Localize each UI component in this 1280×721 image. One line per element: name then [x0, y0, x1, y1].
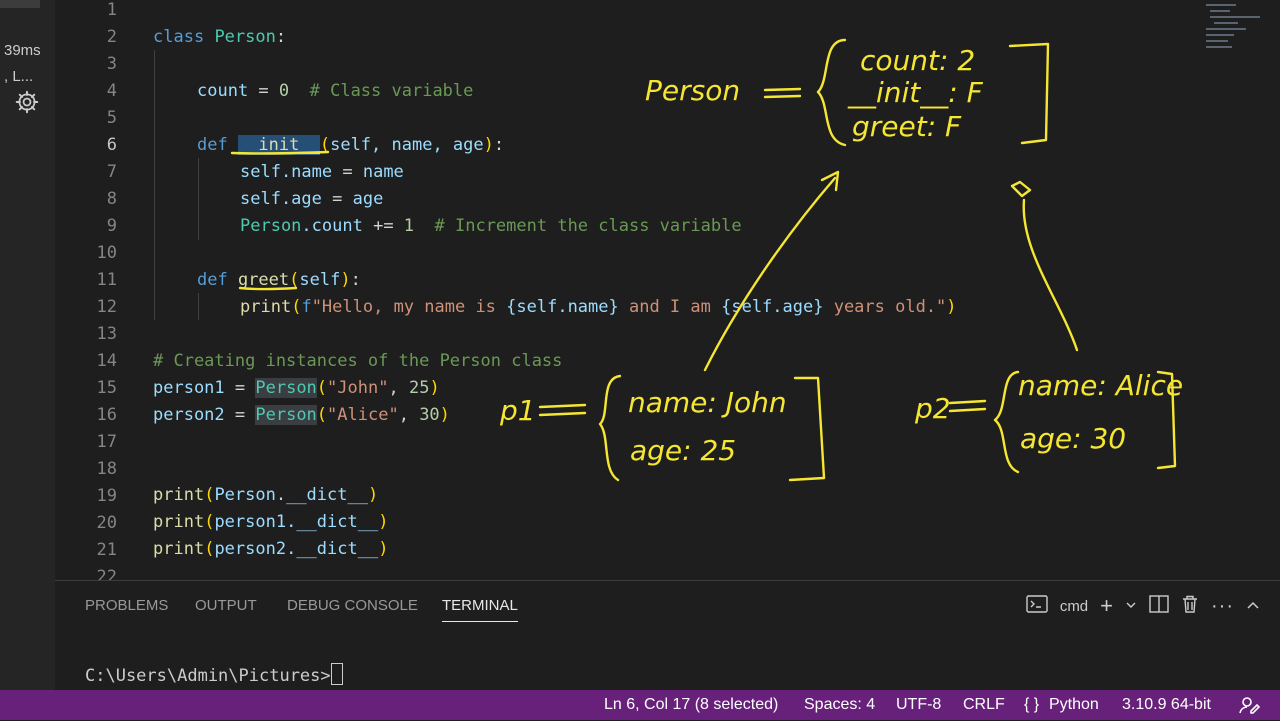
feedback-icon[interactable]: [1238, 694, 1261, 721]
truncated-text: , L...: [4, 68, 34, 85]
chevron-up-icon[interactable]: [1246, 598, 1260, 615]
status-bar: Ln 6, Col 17 (8 selected) Spaces: 4 UTF-…: [0, 690, 1280, 720]
terminal-cursor: [330, 663, 343, 685]
status-language[interactable]: Python: [1049, 696, 1099, 714]
status-interpreter[interactable]: 3.10.9 64-bit: [1122, 696, 1211, 714]
chevron-down-icon[interactable]: [1125, 598, 1137, 615]
trash-icon[interactable]: [1181, 594, 1199, 618]
status-indentation[interactable]: Spaces: 4: [804, 696, 875, 714]
tab-output[interactable]: OUTPUT: [195, 597, 257, 614]
tab-terminal[interactable]: TERMINAL: [442, 597, 518, 622]
code-line[interactable]: self.age = age: [55, 186, 1280, 213]
status-encoding[interactable]: UTF-8: [896, 696, 941, 714]
code-line[interactable]: person1 = Person("John", 25): [55, 375, 1280, 402]
ellipsis-icon[interactable]: ···: [1211, 595, 1234, 618]
line-number: 5: [106, 108, 117, 128]
code-line[interactable]: count = 0 # Class variable: [55, 78, 1280, 105]
code-line[interactable]: class Person:: [55, 24, 1280, 51]
selected-text: __init__: [237, 135, 320, 155]
line-number-row: 3: [55, 51, 1280, 78]
activity-strip: 39ms , L...: [0, 0, 55, 690]
line-number: 1: [106, 0, 117, 20]
status-cursor-position[interactable]: Ln 6, Col 17 (8 selected): [604, 696, 778, 714]
shell-name[interactable]: cmd: [1060, 598, 1088, 615]
code-line[interactable]: person2 = Person("Alice", 30): [55, 402, 1280, 429]
code-line[interactable]: # Creating instances of the Person class: [55, 348, 1280, 375]
line-number-row: 22: [55, 564, 1280, 580]
timing-text: 39ms: [4, 42, 41, 59]
line-number-row: 13: [55, 321, 1280, 348]
line-number: 10: [96, 243, 117, 263]
code-line[interactable]: self.name = name: [55, 159, 1280, 186]
code-editor[interactable]: 1 2 3 4 5 6 7 8 9 10 11 12 13 14 15 16 17 18 19 20 21 22 clas…: [55, 0, 1280, 580]
terminal-prompt: C:\Users\Admin\Pictures>: [85, 666, 331, 686]
tab-stub[interactable]: [0, 0, 40, 8]
line-number-row: 1: [55, 0, 1280, 24]
line-number: 18: [96, 459, 117, 479]
line-number: 17: [96, 432, 117, 452]
tab-problems[interactable]: PROBLEMS: [85, 597, 168, 614]
gear-icon[interactable]: [14, 89, 40, 115]
code-line[interactable]: def __init__(self, name, age):: [55, 132, 1280, 159]
braces-icon[interactable]: { }: [1024, 696, 1039, 714]
line-number-row: 17: [55, 429, 1280, 456]
line-number: 13: [96, 324, 117, 344]
code-line[interactable]: print(person2.__dict__): [55, 536, 1280, 563]
panel-actions: cmd + ···: [1026, 593, 1260, 619]
code-line[interactable]: print(Person.__dict__): [55, 482, 1280, 509]
split-icon[interactable]: [1149, 595, 1169, 617]
line-number: 3: [106, 54, 117, 74]
terminal-output[interactable]: C:\Users\Admin\Pictures>: [85, 663, 343, 686]
line-number-row: 18: [55, 456, 1280, 483]
terminal-icon[interactable]: [1026, 595, 1048, 617]
code-line[interactable]: def greet(self):: [55, 267, 1280, 294]
plus-icon[interactable]: +: [1100, 595, 1113, 617]
code-line[interactable]: Person.count += 1 # Increment the class …: [55, 213, 1280, 240]
tab-debug-console[interactable]: DEBUG CONSOLE: [287, 597, 418, 614]
bottom-panel: PROBLEMS OUTPUT DEBUG CONSOLE TERMINAL c…: [55, 580, 1280, 691]
line-number-row: 5: [55, 105, 1280, 132]
line-number-row: 10: [55, 240, 1280, 267]
code-line[interactable]: print(person1.__dict__): [55, 509, 1280, 536]
status-eol[interactable]: CRLF: [963, 696, 1005, 714]
code-line[interactable]: print(f"Hello, my name is {self.name} an…: [55, 294, 1280, 321]
minimap[interactable]: [1202, 0, 1280, 60]
line-number: 22: [96, 567, 117, 580]
